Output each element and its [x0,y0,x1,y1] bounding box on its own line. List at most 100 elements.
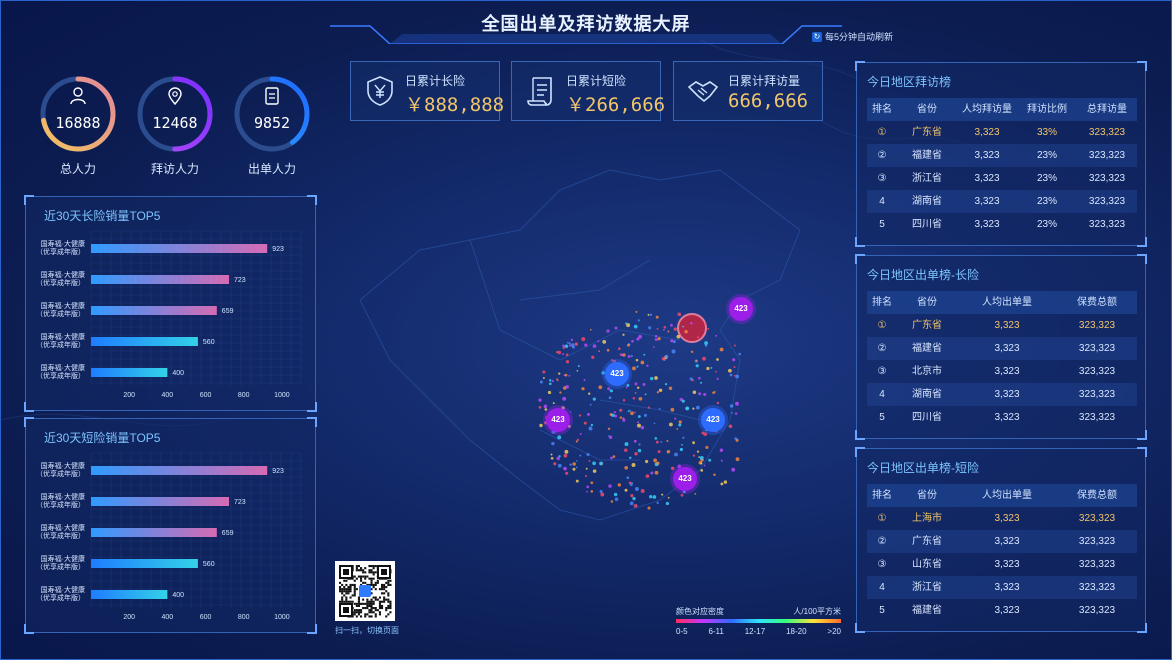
table-cell: 3,323 [994,389,1020,400]
table-cell: 323,323 [1078,366,1116,377]
table-cell: ② [877,150,887,161]
table-cell: 福建省 [912,605,942,616]
bar-category-label: 国寿福·大健康 [41,554,85,563]
table-cell: 4 [879,196,885,207]
person-icon [70,87,86,105]
table-cell: 3,323 [974,219,1000,230]
table-row: ③ 北京市 3,323 323,323 [867,360,1137,383]
table-row: ② 福建省 3,323 323,323 [867,337,1137,360]
legend-gradient [676,619,841,623]
table-cell: 5 [879,219,885,230]
table-cell: 3,323 [994,559,1020,570]
qr-code[interactable] [335,561,395,621]
refresh-label: 每5分钟自动刷新 [825,32,894,42]
bar-category-label: （优享成年版） [36,469,85,478]
table-cell: 四川省 [912,412,942,423]
table-cell: 拜访比例 [1027,104,1067,115]
map-bubble[interactable]: 423 [605,362,629,386]
bar [91,466,268,475]
table-cell: 3,323 [994,605,1020,616]
legend-unit: 人/100平方米 [793,607,841,616]
bar-value-label: 400 [172,370,184,377]
table-row: ③ 浙江省 3,323 23% 323,323 [867,167,1137,190]
table-cell: 3,323 [994,582,1020,593]
short-order-rank-table: 排名 省份 人均出单量 保费总额 ① 上海市 3,323 323,323 ② 广东省 3,323 32… [867,484,1137,622]
table-cell: 3,323 [974,196,1000,207]
map-bubble[interactable]: 423 [673,467,697,491]
table-cell: 福建省 [912,343,942,354]
bar [91,306,217,315]
table-cell: 3,323 [994,536,1020,547]
table-cell: 323,323 [1088,173,1126,184]
x-tick-label: 800 [238,392,250,399]
table-cell: 3,323 [994,320,1020,331]
table-row: ② 广东省 3,323 323,323 [867,530,1137,553]
stat-visit-count: 日累计拜访量 666,666 [673,61,823,121]
x-tick-label: 400 [162,614,174,621]
table-cell: 广东省 [912,320,942,331]
stat-value: 666,666 [728,90,809,112]
legend-tick: 6-11 [708,627,724,636]
bar-category-label: 国寿福·大健康 [41,270,85,279]
document-icon [265,87,279,105]
bar-value-label: 723 [234,277,246,284]
table-cell: 人均拜访量 [962,104,1012,115]
table-cell: 323,323 [1078,513,1116,524]
bar-category-label: （优享成年版） [36,500,85,509]
table-cell: 323,323 [1088,219,1126,230]
table-cell: 5 [879,412,885,423]
x-tick-label: 200 [123,614,135,621]
page-title: 全国出单及拜访数据大屏 [481,14,691,34]
bar-value-label: 659 [222,308,234,315]
x-tick-label: 400 [162,392,174,399]
bar-category-label: 国寿福·大健康 [41,492,85,501]
gauge-value: 9852 [253,114,291,132]
table-cell: 广东省 [912,536,942,547]
bar-category-label: 国寿福·大健康 [41,523,85,532]
table-cell: 3,323 [974,127,1000,138]
panel-short-top5: 近30天短险销量TOP5 国寿福·大健康 （优享成年版） 923 国寿福·大健康 （优享… [24,417,317,634]
gauge-value: 16888 [55,114,101,132]
map-bubble[interactable]: 423 [701,408,725,432]
bar-category-label: （优享成年版） [36,247,85,256]
bar-category-label: （优享成年版） [36,531,85,540]
header: 全国出单及拜访数据大屏 [330,0,842,44]
x-tick-label: 800 [238,614,250,621]
table-cell: 湖南省 [912,196,942,207]
table-cell: ② [877,536,887,547]
table-header-row: 排名 省份 人均拜访量 拜访比例 总拜访量 [867,98,1137,121]
auto-refresh-indicator[interactable]: ↻ 每5分钟自动刷新 [812,30,893,43]
bar [91,497,230,506]
table-cell: ① [877,127,887,138]
table-row: ② 福建省 3,323 23% 323,323 [867,144,1137,167]
table-cell: 省份 [917,297,937,308]
gauge-value: 12468 [152,114,198,132]
bar-value-label: 560 [203,561,215,568]
x-tick-label: 600 [200,392,212,399]
table-header-row: 排名 省份 人均出单量 保费总额 [867,291,1137,314]
table-cell: 323,323 [1078,343,1116,354]
map-bubble[interactable]: 423 [546,408,570,432]
bar-category-label: （优享成年版） [36,309,85,318]
table-cell: 323,323 [1078,559,1116,570]
map-bubble[interactable]: 423 [729,297,753,321]
bar-category-label: 国寿福·大健康 [41,585,85,594]
panel-long-top5: 近30天长险销量TOP5 国寿福·大健康 （优享成年版） 923 国寿福·大健康 （优享… [24,195,317,412]
table-cell: 3,323 [994,412,1020,423]
table-cell: 总拜访量 [1087,104,1127,115]
stat-value: ￥266,666 [566,94,666,116]
legend-ticks: 0-5 6-11 12-17 18-20 >20 [676,627,841,636]
panel-short-order-rank: 今日地区出单榜-短险 排名 省份 人均出单量 保费总额 ① 上海市 3,323 323,323… [855,447,1147,633]
stat-short-insurance: 日累计短险 ￥266,666 [511,61,665,121]
table-cell: 23% [1036,150,1057,161]
legend-tick: 18-20 [786,627,807,636]
gauge-order-manpower: 9852 出单人力 [232,74,312,177]
table-cell: 人均出单量 [982,297,1032,308]
table-row: ① 广东省 3,323 323,323 [867,314,1137,337]
table-cell: 4 [879,389,885,400]
table-cell: 排名 [872,297,892,308]
table-cell: 23% [1036,173,1057,184]
table-cell: 上海市 [912,513,942,524]
bar [91,337,198,346]
table-cell: 33% [1036,127,1057,138]
